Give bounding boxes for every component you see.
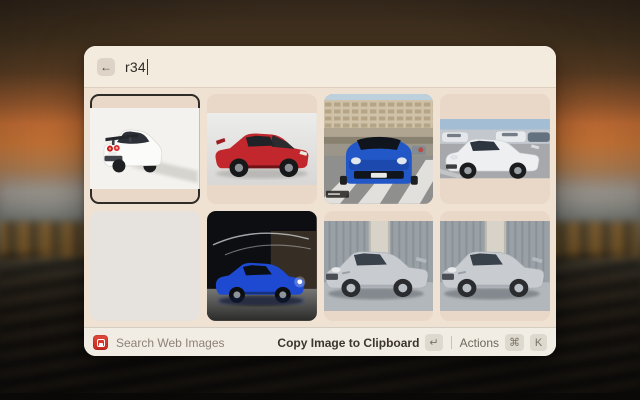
result-image-2[interactable] [207,94,317,204]
thumbnail-silver-r34-a [324,221,434,311]
image-results-grid [84,88,556,327]
result-image-8[interactable] [440,211,550,321]
search-input[interactable]: r34 [125,59,148,75]
result-image-4[interactable] [440,94,550,204]
extension-name: Search Web Images [116,336,225,350]
thumbnail-blue-r34-street [324,94,434,204]
search-query-text: r34 [125,59,146,75]
result-image-1[interactable] [90,94,200,204]
thumbnail-white-r34-lot [440,119,550,178]
image-search-app-icon [93,335,108,350]
enter-key-icon: ↵ [425,334,442,351]
screen-bottom-strip [0,393,640,400]
footer-divider [451,336,452,349]
actions-label: Actions [460,336,499,350]
back-button[interactable]: ← [97,58,115,76]
search-bar: ← r34 [84,46,556,88]
result-image-6[interactable] [207,211,317,321]
thumbnail-red-r34 [207,113,317,185]
thumbnail-blue-r34-garage [207,211,317,321]
primary-action-label: Copy Image to Clipboard [277,336,419,350]
actions-button[interactable]: Actions ⌘ K [460,334,547,351]
action-bar: Search Web Images Copy Image to Clipboar… [84,327,556,357]
primary-action-button[interactable]: Copy Image to Clipboard ↵ [277,334,442,351]
picture-icon [97,339,105,347]
result-image-3[interactable] [324,94,434,204]
text-cursor [147,59,149,75]
result-image-7[interactable] [324,211,434,321]
command-key-icon: ⌘ [505,334,524,351]
thumbnail-white-r34-rear [90,108,200,189]
image-search-window: ← r34 [84,46,556,356]
back-arrow-icon: ← [100,60,112,74]
k-key-icon: K [530,334,547,351]
thumbnail-silver-r34-b [440,221,550,311]
result-placeholder-empty[interactable] [90,211,200,321]
